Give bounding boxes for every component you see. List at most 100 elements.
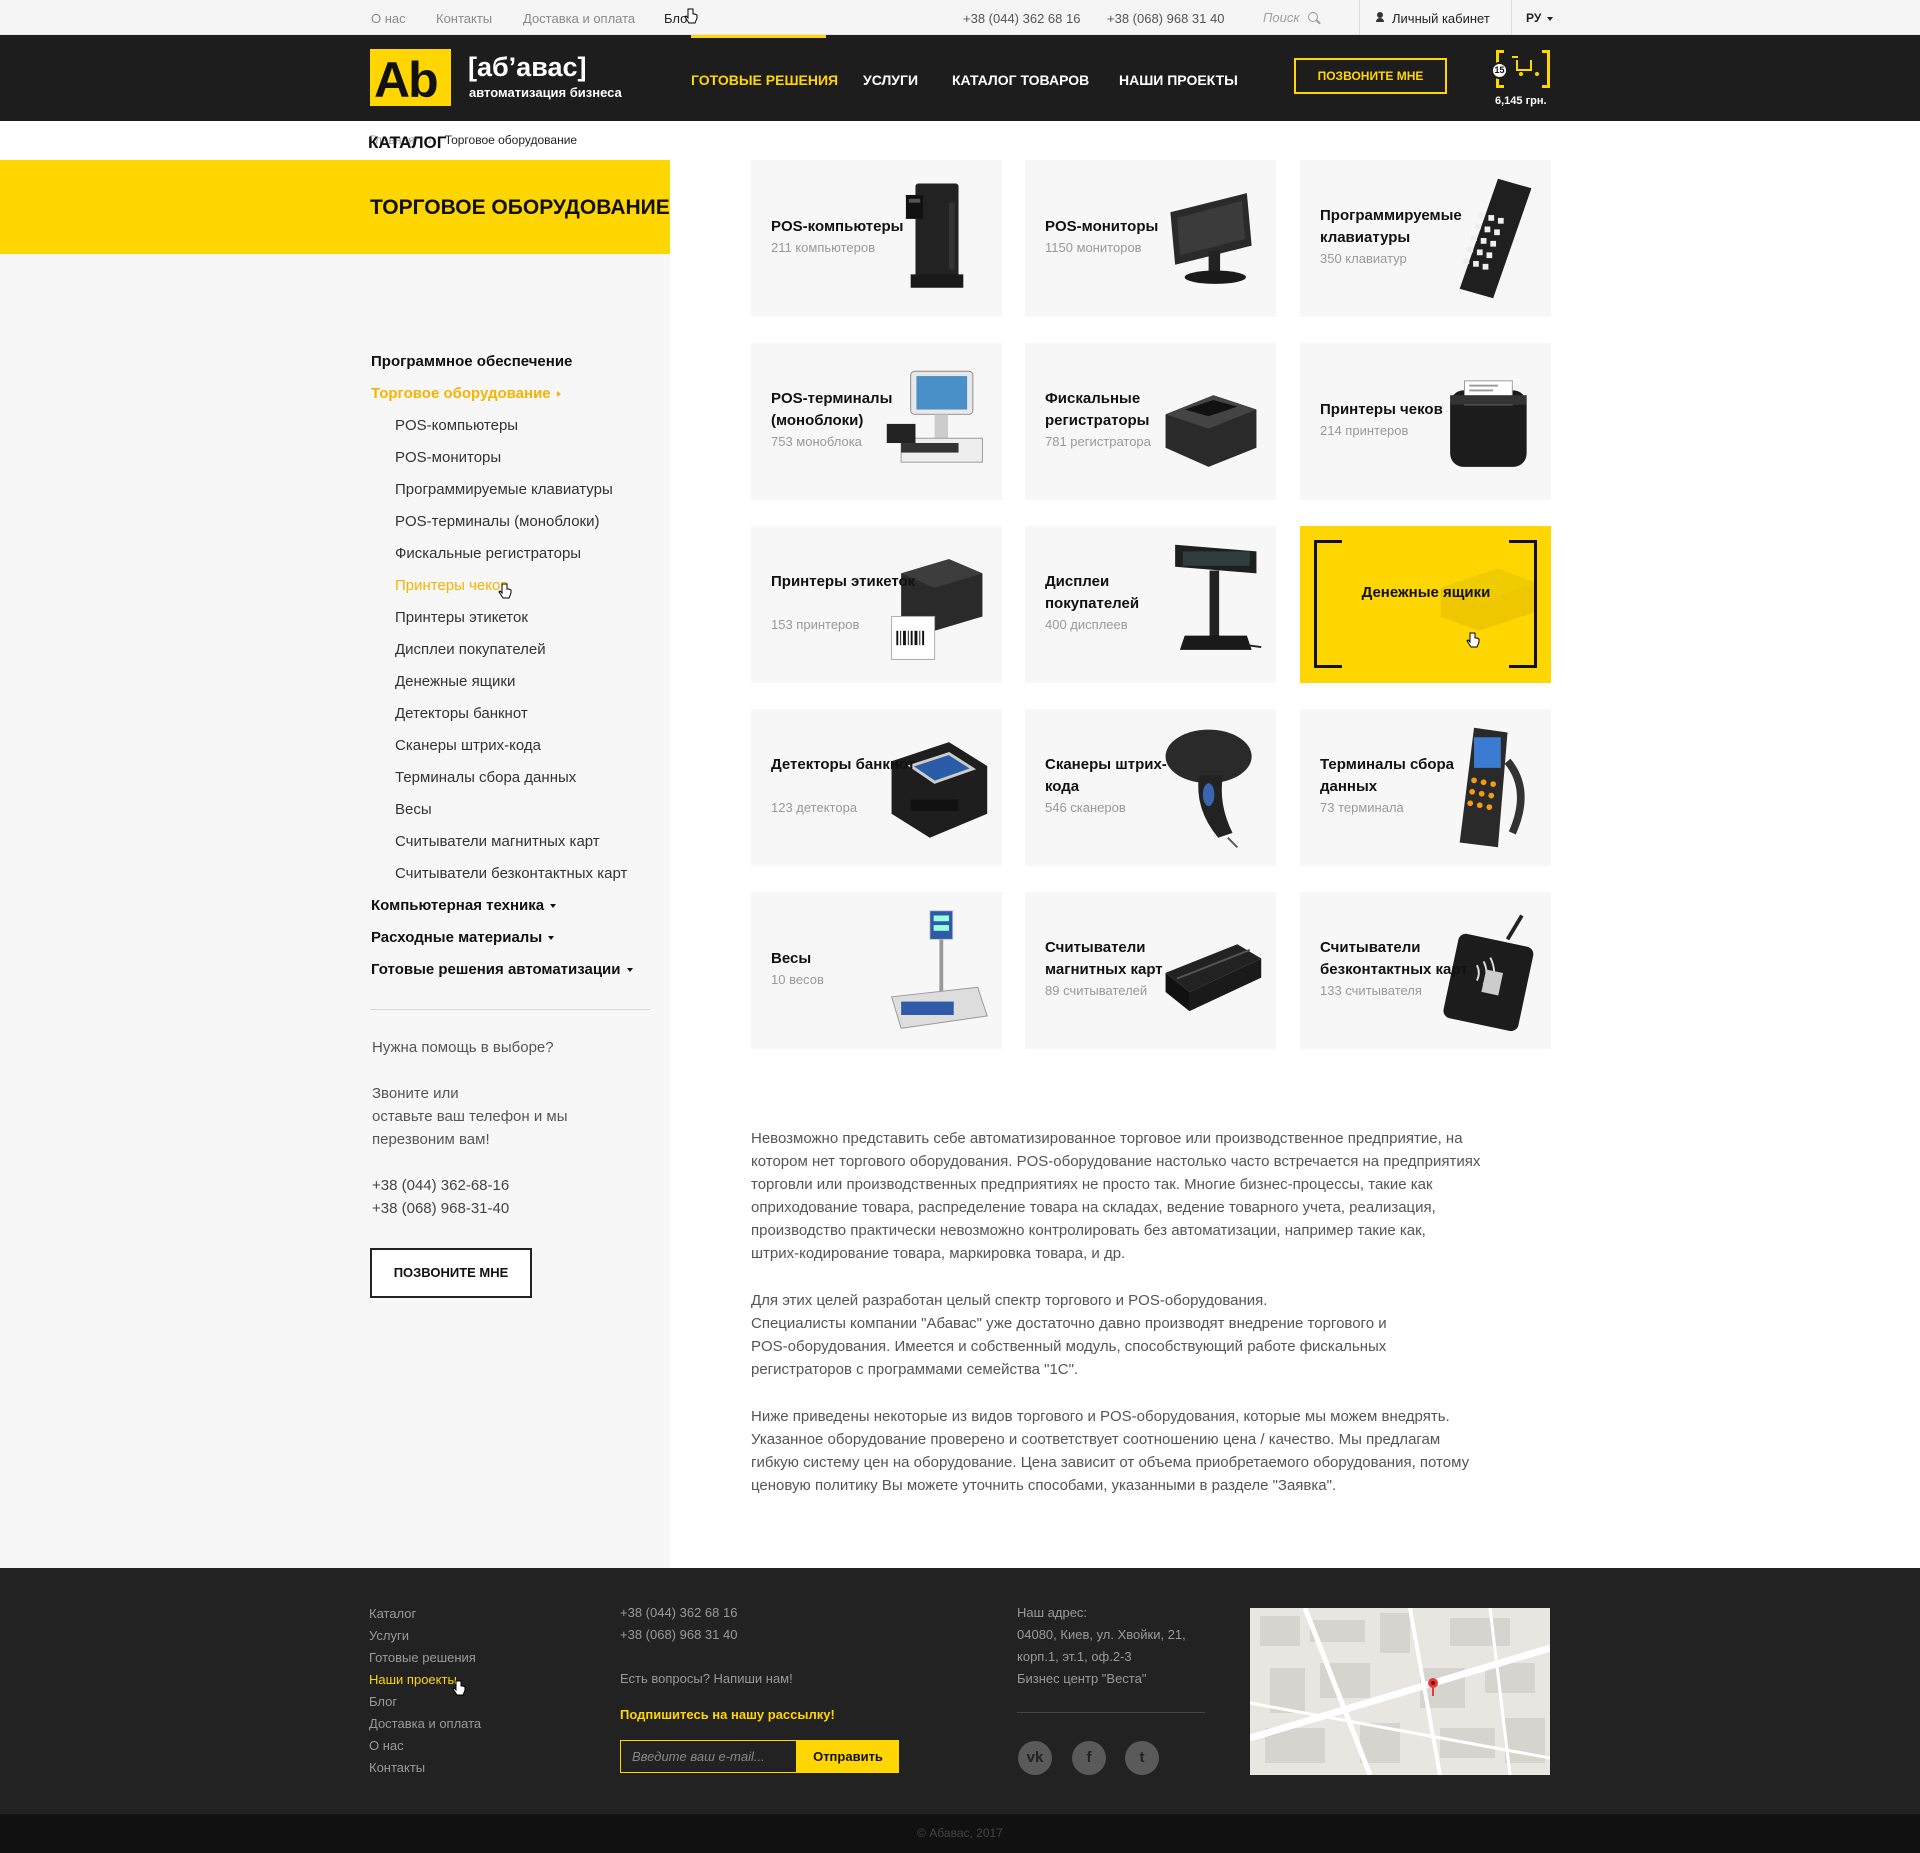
footer-divider [1017, 1712, 1205, 1713]
product-tile[interactable]: Считыватели безконтактных карт 133 считыв… [1300, 892, 1551, 1049]
product-name: POS-компьютеры [771, 218, 904, 235]
description-line: Указанное оборудование проверено и соотв… [751, 1431, 1441, 1448]
nav-ready-solutions[interactable]: ГОТОВЫЕ РЕШЕНИЯ [691, 72, 838, 88]
product-name: Денежные ящики [1361, 584, 1491, 601]
sidebar-subitem[interactable]: Считыватели магнитных карт [395, 833, 600, 850]
product-tile[interactable]: Денежные ящики [1300, 526, 1551, 683]
footer-phone-1[interactable]: +38 (044) 362 68 16 [620, 1602, 737, 1624]
footer-link[interactable]: Услуги [369, 1628, 409, 1643]
send-button[interactable]: Отправить [797, 1740, 899, 1773]
product-tile[interactable]: Принтеры этикеток 153 принтеров [751, 526, 1002, 683]
twitter-icon[interactable]: t [1125, 1741, 1159, 1775]
breadcrumb-current: Торговое оборудование [444, 133, 578, 147]
chevron-down-icon [626, 968, 633, 973]
address-line: 04080, Киев, ул. Хвойки, 21, [1017, 1627, 1186, 1642]
footer-link[interactable]: Доставка и оплата [369, 1716, 481, 1731]
help-phone-1[interactable]: +38 (044) 362-68-16 [372, 1174, 509, 1197]
product-name: Сканеры штрих-кода [1045, 756, 1167, 795]
sidebar-subitem[interactable]: POS-терминалы (моноблоки) [395, 513, 599, 530]
user-icon [1376, 12, 1384, 22]
cart-icon [1512, 56, 1539, 76]
logo[interactable]: Ab [370, 49, 451, 108]
personal-cabinet-link[interactable]: Личный кабинет [1392, 11, 1490, 26]
footer-link[interactable]: Готовые решения [369, 1650, 476, 1665]
logo-title[interactable]: [аб’авас] [468, 52, 586, 83]
product-name: Принтеры этикеток [771, 573, 916, 590]
sidebar-subitem[interactable]: Принтеры чеков [395, 577, 508, 594]
sidebar-subitem[interactable]: Фискальные регистраторы [395, 545, 581, 562]
product-tile[interactable]: POS-мониторы 1150 мониторов [1025, 160, 1276, 317]
product-count: 89 считывателей [1045, 983, 1148, 998]
location-map[interactable] [1250, 1608, 1550, 1775]
product-tile[interactable]: Детекторы банкнот 123 детектора [751, 709, 1002, 866]
search-icon[interactable] [1308, 12, 1318, 22]
vk-icon[interactable]: vk [1018, 1741, 1052, 1775]
main-header: Ab [аб’авас] автоматизация бизнеса ГОТОВ… [0, 35, 1920, 121]
product-tile[interactable]: Принтеры чеков 214 принтеров [1300, 343, 1551, 500]
footer-link[interactable]: Каталог [369, 1606, 416, 1621]
product-tile[interactable]: Весы 10 весов [751, 892, 1002, 1049]
sidebar-subitem[interactable]: Сканеры штрих-кода [395, 737, 541, 754]
chevron-right-icon [556, 391, 561, 398]
product-tile[interactable]: Фискальные регистраторы 781 регистратора [1025, 343, 1276, 500]
product-tile[interactable]: Дисплеи покупателей 400 дисплеев [1025, 526, 1276, 683]
sidebar-divider [370, 1009, 650, 1010]
chevron-down-icon [548, 936, 555, 941]
sidebar-subitem[interactable]: Детекторы банкнот [395, 705, 528, 722]
chevron-down-icon [550, 904, 557, 909]
footer-link[interactable]: Контакты [369, 1760, 425, 1775]
footer-phone-2[interactable]: +38 (068) 968 31 40 [620, 1624, 737, 1646]
sidebar-item-computers[interactable]: Компьютерная техника [371, 897, 557, 914]
help-phone-2[interactable]: +38 (068) 968-31-40 [372, 1197, 509, 1220]
top-phone-2[interactable]: +38 (068) 968 31 40 [1107, 11, 1224, 26]
sidebar-subitem[interactable]: Денежные ящики [395, 673, 515, 690]
top-bar: О нас Контакты Доставка и оплата Блог +3… [0, 0, 1920, 35]
product-tile[interactable]: Терминалы сбора данных 73 терминала [1300, 709, 1551, 866]
facebook-icon[interactable]: f [1072, 1741, 1106, 1775]
sidebar-subitem[interactable]: Терминалы сбора данных [395, 769, 576, 786]
sidebar-subitem[interactable]: POS-компьютеры [395, 417, 518, 434]
help-line: Звоните или [372, 1085, 459, 1102]
description-line: гибкую систему цен на оборудование. Цена… [751, 1454, 1470, 1471]
footer-link[interactable]: Блог [369, 1694, 397, 1709]
sidebar-item-automation[interactable]: Готовые решения автоматизации [371, 961, 633, 978]
language-select[interactable]: РУ [1526, 11, 1553, 25]
sidebar-subitem[interactable]: POS-мониторы [395, 449, 501, 466]
sidebar-subitem[interactable]: Принтеры этикеток [395, 609, 528, 626]
product-count: 10 весов [771, 972, 824, 987]
sidebar-subitem[interactable]: Программируемые клавиатуры [395, 481, 613, 498]
product-tile[interactable]: Сканеры штрих-кода 546 сканеров [1025, 709, 1276, 866]
top-link-delivery[interactable]: Доставка и оплата [523, 11, 635, 26]
search-input[interactable]: Поиск [1263, 10, 1300, 25]
footer-link[interactable]: О нас [369, 1738, 404, 1753]
call-me-button[interactable]: ПОЗВОНИТЕ МНЕ [1294, 58, 1447, 94]
help-line: перезвоним вам! [372, 1131, 490, 1148]
description-line: Ниже приведены некоторые из видов торгов… [751, 1408, 1450, 1425]
description-line: POS-оборудования. Имеется и собственный … [751, 1338, 1387, 1355]
email-input[interactable]: Введите ваш e-mail... [620, 1740, 797, 1773]
sidebar-item-software[interactable]: Программное обеспечение [371, 353, 572, 370]
product-count: 211 компьютеров [771, 240, 876, 255]
product-name: Считыватели безконтактных карт [1320, 939, 1468, 978]
sidebar-subitem[interactable]: Дисплеи покупателей [395, 641, 546, 658]
product-tile[interactable]: POS-компьютеры 211 компьютеров [751, 160, 1002, 317]
pos-computer-icon [905, 183, 964, 288]
product-tile[interactable]: Программируемые клавиатуры 350 клавиатур [1300, 160, 1551, 317]
copyright: © Абавас, 2017 [917, 1826, 1003, 1840]
top-divider [1511, 0, 1512, 35]
top-link-about[interactable]: О нас [371, 11, 406, 26]
sidebar-item-consumables[interactable]: Расходные материалы [371, 929, 555, 946]
sidebar-subitem[interactable]: Весы [395, 801, 432, 818]
product-tile[interactable]: Считыватели магнитных карт 89 считывателе… [1025, 892, 1276, 1049]
nav-services[interactable]: УСЛУГИ [863, 72, 918, 88]
pos-monitor-icon [1170, 193, 1252, 284]
top-phone-1[interactable]: +38 (044) 362 68 16 [963, 11, 1080, 26]
nav-projects[interactable]: НАШИ ПРОЕКТЫ [1119, 72, 1238, 88]
sidebar-call-button[interactable]: ПОЗВОНИТЕ МНЕ [370, 1248, 532, 1298]
nav-catalog[interactable]: КАТАЛОГ ТОВАРОВ [952, 72, 1089, 88]
top-link-contacts[interactable]: Контакты [436, 11, 492, 26]
product-tile[interactable]: POS-терминалы (моноблоки) 753 моноблока [751, 343, 1002, 500]
sidebar-subitem[interactable]: Считыватели безконтактных карт [395, 865, 627, 882]
sidebar-item-trade-equipment[interactable]: Торговое оборудование [371, 385, 561, 402]
footer-link[interactable]: Наши проекты [369, 1672, 457, 1687]
